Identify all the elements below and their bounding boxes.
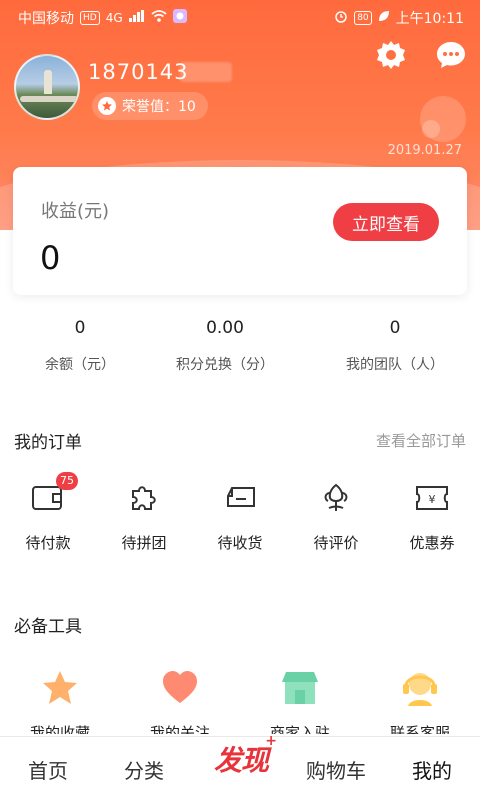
- order-pending-review[interactable]: 待评价: [288, 480, 384, 553]
- gear-icon: [375, 39, 407, 75]
- header-bubble-decoration: [422, 120, 440, 138]
- clock-time: 上午10:11: [395, 11, 464, 27]
- view-earnings-button[interactable]: 立即查看: [333, 203, 439, 241]
- view-all-orders-link[interactable]: 查看全部订单: [376, 430, 466, 451]
- earnings-amount: 0: [40, 239, 61, 277]
- stat-value: 0.00: [206, 318, 244, 338]
- phone-mask-blur: [180, 62, 232, 82]
- stat-balance[interactable]: 0 余额（元）: [0, 312, 160, 374]
- orders-section-title: 我的订单: [14, 433, 82, 453]
- stat-label: 我的团队（人）: [346, 357, 444, 373]
- signal-icon: [128, 10, 145, 26]
- wifi-icon: [151, 10, 167, 26]
- tool-customer-service[interactable]: 联系客服: [360, 668, 480, 734]
- order-label: 待收货: [217, 534, 263, 552]
- chat-bubble-icon: [435, 39, 467, 75]
- unread-count-badge: 75: [56, 472, 78, 490]
- heart-icon: [160, 668, 200, 708]
- header-date: 2019.01.27: [387, 143, 462, 158]
- stat-points[interactable]: 0.00 积分兑换（分）: [145, 312, 305, 374]
- order-label: 待付款: [25, 534, 71, 552]
- earnings-label: 收益(元): [41, 201, 110, 222]
- nav-cart[interactable]: 购物车: [288, 737, 384, 800]
- tool-follows[interactable]: 我的关注: [120, 668, 240, 734]
- discover-logo-text: 发现: [213, 744, 269, 777]
- avatar[interactable]: [14, 54, 80, 120]
- account-stats: 0 余额（元） 0.00 积分兑换（分） 0 我的团队（人）: [0, 312, 480, 392]
- honor-badge[interactable]: 荣誉值：10: [92, 92, 208, 120]
- avatar-photo-detail: [44, 70, 52, 94]
- order-pending-payment[interactable]: 75 待付款: [0, 472, 96, 553]
- headset-icon: [400, 668, 440, 708]
- nav-mine[interactable]: 我的: [384, 737, 480, 800]
- plus-icon: +: [265, 733, 277, 749]
- alarm-icon: [334, 9, 348, 27]
- stat-team[interactable]: 0 我的团队（人）: [315, 312, 475, 374]
- puzzle-icon: [126, 480, 162, 516]
- star-icon: [40, 668, 80, 708]
- tool-merchant-join[interactable]: 商家入驻: [240, 668, 360, 734]
- truck-icon: [222, 480, 258, 516]
- order-pending-group[interactable]: 待拼团: [96, 480, 192, 553]
- order-pending-receipt[interactable]: 待收货: [192, 480, 288, 553]
- earnings-card: 收益(元) 0 立即查看: [13, 167, 467, 295]
- stat-value: 0: [74, 318, 86, 338]
- tool-label: 联系客服: [389, 724, 450, 734]
- settings-button[interactable]: [374, 40, 408, 74]
- messages-button[interactable]: [434, 40, 468, 74]
- hd-badge: HD: [80, 11, 100, 25]
- flower-icon: [318, 480, 354, 516]
- svg-text:¥: ¥: [429, 493, 436, 506]
- tools-section-title: 必备工具: [14, 617, 82, 637]
- order-label: 待评价: [313, 534, 359, 552]
- wallet-icon: 75: [30, 472, 78, 516]
- order-label: 待拼团: [121, 534, 167, 552]
- tool-label: 我的收藏: [29, 724, 90, 734]
- app-notification-icon: [172, 9, 187, 27]
- status-bar: 中国移动 HD 4G 80 上午10:11: [0, 0, 480, 34]
- battery-indicator: 80: [354, 11, 372, 25]
- stat-label: 余额（元）: [45, 357, 115, 373]
- stat-label: 积分兑换（分）: [176, 357, 274, 373]
- bottom-navigation: 首页 分类 发现 + 购物车 我的: [0, 733, 480, 800]
- avatar-photo-detail: [20, 96, 78, 102]
- nav-home[interactable]: 首页: [0, 737, 96, 800]
- shop-icon: [280, 668, 320, 708]
- stat-value: 0: [389, 318, 401, 338]
- order-label: 优惠券: [409, 534, 455, 552]
- network-label: 4G: [105, 11, 123, 25]
- order-status-row: 75 待付款 待拼团 待收货 待评价 ¥ 优惠券: [0, 472, 480, 570]
- medal-icon: [98, 97, 116, 115]
- nav-category[interactable]: 分类: [96, 737, 192, 800]
- user-phone-number: 1870143: [88, 60, 189, 84]
- leaf-icon: [378, 10, 390, 26]
- tool-favorites[interactable]: 我的收藏: [0, 668, 120, 734]
- carrier-label: 中国移动: [18, 11, 74, 27]
- order-coupons[interactable]: ¥ 优惠券: [384, 480, 480, 553]
- tools-row: 我的收藏 我的关注 商家入驻 联系客服: [0, 668, 480, 734]
- nav-discover[interactable]: 发现 +: [200, 727, 282, 791]
- honor-value-label: 荣誉值：10: [122, 99, 196, 115]
- coupon-icon: ¥: [414, 480, 450, 516]
